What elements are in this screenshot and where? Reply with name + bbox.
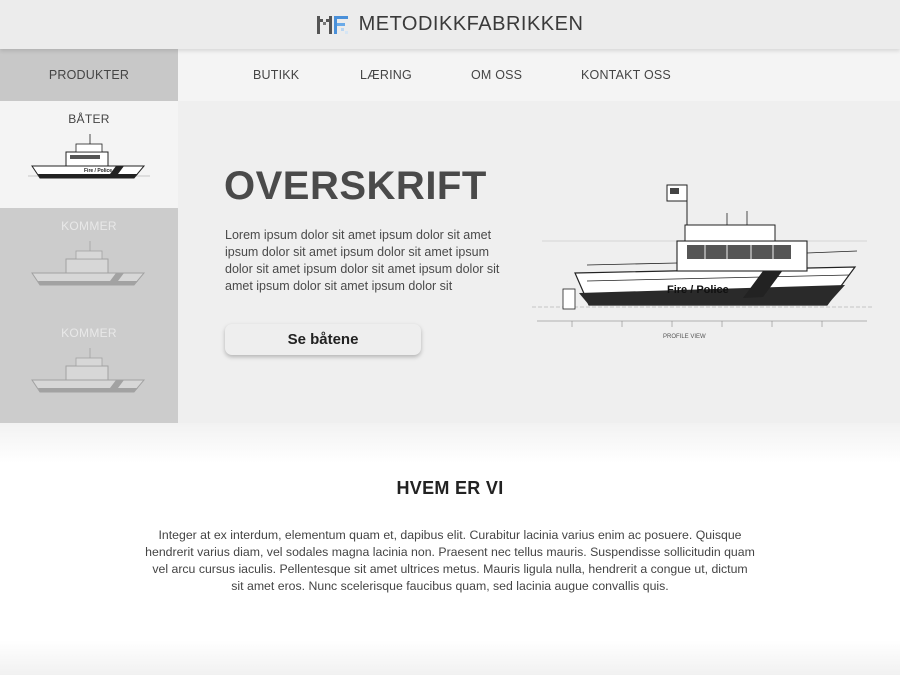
logo[interactable]: METODIKKFABRIKKEN — [316, 13, 584, 36]
boat-drawing-icon: Fire / Police — [28, 134, 150, 179]
boat-blueprint-icon: Fire / Police PROFILE VIEW — [532, 184, 872, 340]
product-sidebar: BÅTER Fire / Police KOMMER KOMMER — [0, 101, 178, 423]
boat-label: Fire / Police — [667, 284, 729, 296]
footer-fade — [0, 640, 900, 675]
nav-item-produkter[interactable]: PRODUKTER — [0, 49, 178, 101]
sidebar-card-title: KOMMER — [61, 219, 117, 233]
blueprint-caption: PROFILE VIEW — [663, 334, 706, 340]
mf-pixel-logo-icon — [316, 15, 348, 34]
see-boats-button[interactable]: Se båtene — [225, 324, 421, 355]
nav-item-kontakt-oss[interactable]: KONTAKT OSS — [581, 49, 671, 101]
nav-item-laering[interactable]: LÆRING — [360, 49, 412, 101]
about-text: Integer at ex interdum, elementum quam e… — [145, 528, 755, 593]
sidebar-card-title: KOMMER — [61, 326, 117, 340]
main-nav: PRODUKTER BUTIKK LÆRING OM OSS KONTAKT O… — [0, 49, 900, 101]
sidebar-card-bater[interactable]: BÅTER Fire / Police — [0, 101, 178, 208]
sidebar-card-kommer-2[interactable]: KOMMER — [0, 315, 178, 422]
site-header: METODIKKFABRIKKEN — [0, 0, 900, 49]
boat-drawing-icon — [31, 348, 146, 393]
brand-name: METODIKKFABRIKKEN — [358, 13, 584, 35]
nav-item-om-oss[interactable]: OM OSS — [471, 49, 522, 101]
sidebar-card-kommer-1[interactable]: KOMMER — [0, 208, 178, 315]
boat-label: Fire / Police — [84, 168, 112, 174]
about-title: HVEM ER VI — [396, 478, 504, 498]
hero-section: BÅTER Fire / Police KOMMER KOMMER OVERSK… — [0, 101, 900, 423]
hero-text: Lorem ipsum dolor sit amet ipsum dolor s… — [225, 228, 500, 293]
sidebar-card-title: BÅTER — [68, 112, 110, 126]
boat-drawing-icon — [31, 241, 146, 286]
nav-item-butikk[interactable]: BUTIKK — [253, 49, 299, 101]
section-divider — [0, 423, 900, 463]
hero-heading: OVERSKRIFT — [224, 164, 487, 208]
